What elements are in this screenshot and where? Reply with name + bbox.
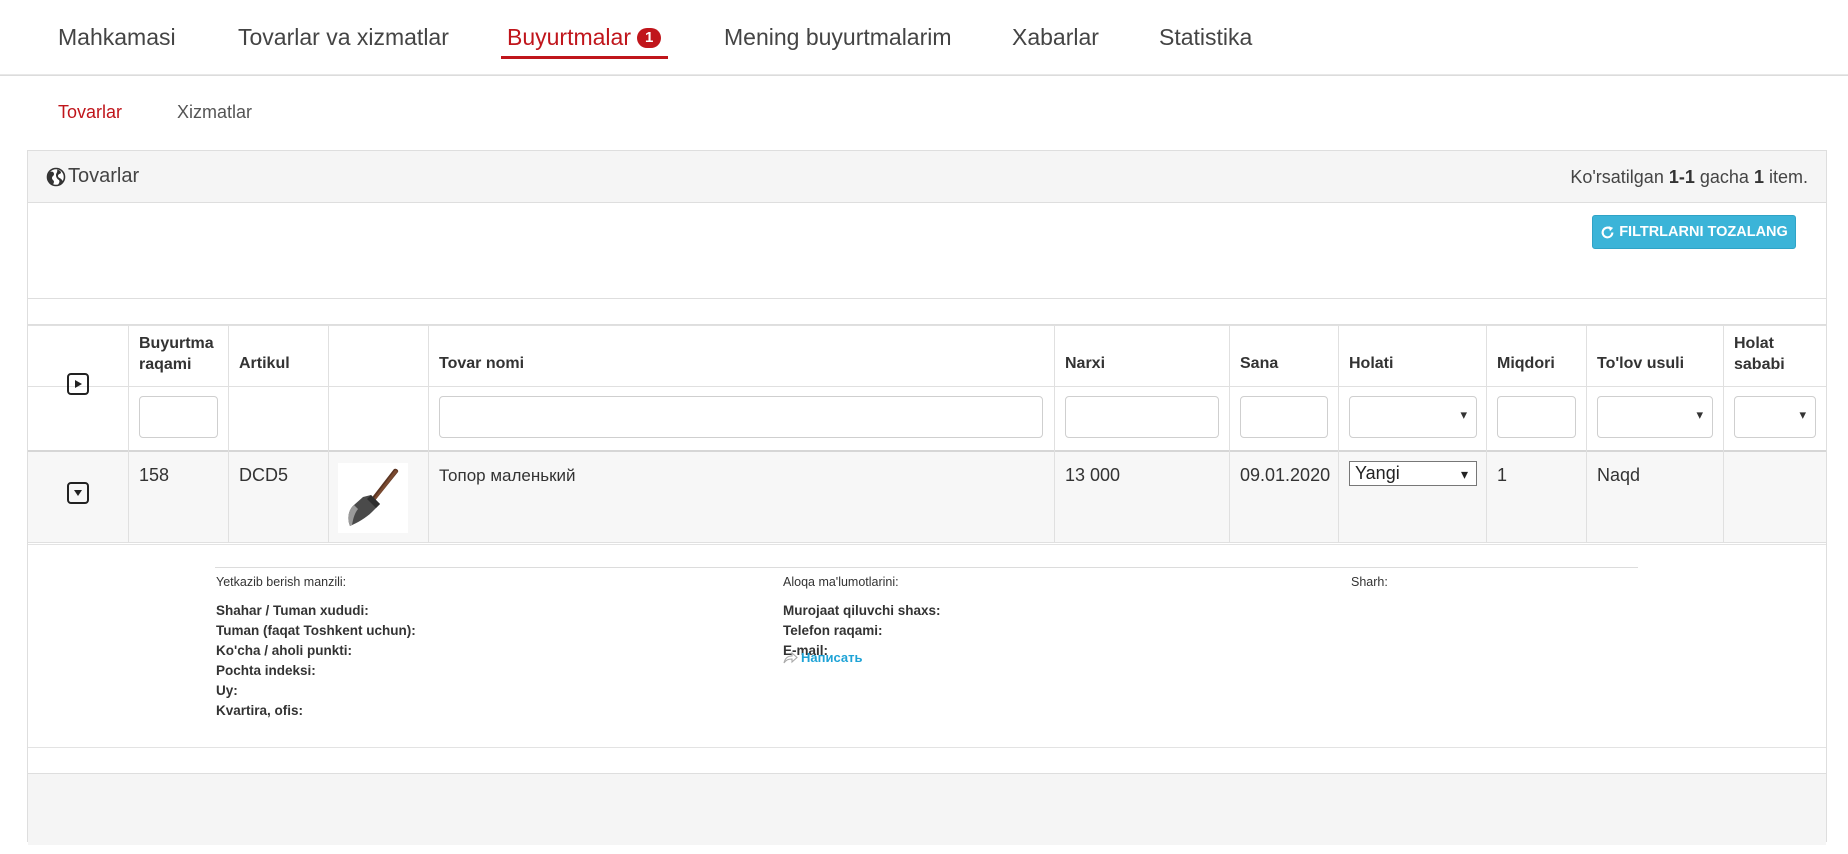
write-message-label: Написать: [801, 650, 863, 665]
column-header-quantity[interactable]: Miqdori: [1497, 353, 1555, 374]
cell-order-number: 158: [139, 465, 170, 485]
panel-footer: [28, 773, 1826, 845]
delivery-field: Kvartira, ofis:: [216, 703, 304, 718]
nav-item-statistika[interactable]: Statistika: [1159, 24, 1252, 51]
separator: [28, 298, 1826, 299]
refresh-icon: [1601, 225, 1614, 238]
filter-order-number[interactable]: [139, 396, 218, 438]
share-arrow-icon: [783, 651, 798, 664]
column-header-status[interactable]: Holati: [1349, 353, 1393, 374]
orders-panel: Tovarlar Ko'rsatilgan 1-1 gacha 1 item. …: [27, 150, 1827, 845]
delivery-field: Uy:: [216, 683, 238, 698]
reset-filters-label: FILTRLARNI TOZALANG: [1619, 224, 1788, 240]
order-details: Yetkazib berish manzili: Aloqa ma'lumotl…: [28, 544, 1826, 804]
comment-heading: Sharh:: [1351, 575, 1388, 589]
contact-field: Murojaat qiluvchi shaxs:: [783, 603, 941, 618]
cell-price: 13 000: [1065, 465, 1121, 485]
row-collapse-toggle[interactable]: [67, 482, 89, 504]
expand-all-toggle[interactable]: [67, 373, 89, 395]
details-divider: [215, 567, 1638, 568]
nav-item-label: Buyurtmalar: [507, 24, 631, 50]
filter-payment-select[interactable]: [1597, 396, 1713, 438]
column-header-article[interactable]: Artikul: [239, 353, 290, 374]
filter-quantity[interactable]: [1497, 396, 1576, 438]
toolbar: [28, 203, 1826, 299]
column-header-order-number[interactable]: Buyurtma raqami: [139, 333, 224, 375]
filter-product-name[interactable]: [439, 396, 1043, 438]
panel-title: Tovarlar: [46, 165, 139, 188]
cell-article: DCD5: [239, 465, 289, 485]
column-header-status-reason[interactable]: Holat sababi: [1734, 333, 1804, 375]
summary-range: 1-1: [1668, 167, 1695, 187]
status-select-value: Yangi: [1355, 463, 1400, 483]
column-header-product-name[interactable]: Tovar nomi: [439, 353, 524, 374]
column-header-payment[interactable]: To'lov usuli: [1597, 353, 1684, 374]
nav-item-mening-buyurtmalarim[interactable]: Mening buyurtmalarim: [724, 24, 952, 51]
filter-date[interactable]: [1240, 396, 1328, 438]
top-navigation: Mahkamasi Tovarlar va xizmatlar Buyurtma…: [0, 0, 1848, 76]
delivery-field: Shahar / Tuman xududi:: [216, 603, 369, 618]
panel-header: Tovarlar Ko'rsatilgan 1-1 gacha 1 item.: [28, 151, 1826, 203]
cell-date: 09.01.2020: [1240, 465, 1331, 485]
summary-suffix: item.: [1768, 167, 1808, 187]
active-tab-underline: [501, 56, 668, 59]
nav-item-tovarlar-va-xizmatlar[interactable]: Tovarlar va xizmatlar: [238, 24, 449, 51]
globe-icon: [46, 167, 66, 186]
delivery-field: Tuman (faqat Toshkent uchun):: [216, 623, 416, 638]
contact-field: Telefon raqami:: [783, 623, 883, 638]
notification-badge: 1: [636, 28, 662, 48]
filter-status-select[interactable]: [1349, 396, 1477, 438]
play-icon: [75, 380, 82, 388]
delivery-heading: Yetkazib berish manzili:: [216, 575, 347, 589]
nav-item-mahkamasi[interactable]: Mahkamasi: [58, 24, 176, 51]
cell-payment: Naqd: [1597, 465, 1641, 485]
items-summary: Ko'rsatilgan 1-1 gacha 1 item.: [1570, 167, 1808, 188]
write-message-link[interactable]: Написать: [783, 650, 862, 665]
cell-quantity: 1: [1497, 465, 1508, 485]
delivery-field: Pochta indeksi:: [216, 663, 316, 678]
delivery-field: Ko'cha / aholi punkti:: [216, 643, 352, 658]
summary-prefix: Ko'rsatilgan: [1570, 167, 1664, 187]
nav-item-xabarlar[interactable]: Xabarlar: [1012, 24, 1099, 51]
table-row: [28, 452, 1826, 543]
filter-price[interactable]: [1065, 396, 1219, 438]
subtab-xizmatlar[interactable]: Xizmatlar: [177, 102, 252, 123]
status-select[interactable]: Yangi: [1349, 461, 1477, 486]
subtab-tovarlar[interactable]: Tovarlar: [58, 102, 122, 123]
cell-product-name: Топор маленький: [439, 466, 576, 485]
column-header-price[interactable]: Narxi: [1065, 353, 1105, 374]
axe-icon[interactable]: [338, 463, 408, 533]
contact-heading: Aloqa ma'lumotlarini:: [783, 575, 899, 589]
summary-total: 1: [1753, 167, 1764, 187]
summary-middle: gacha: [1699, 167, 1749, 187]
column-header-date[interactable]: Sana: [1240, 353, 1278, 374]
reset-filters-button[interactable]: FILTRLARNI TOZALANG: [1592, 215, 1796, 249]
filter-reason-select[interactable]: [1734, 396, 1816, 438]
separator: [28, 747, 1826, 748]
nav-item-buyurtmalar[interactable]: Buyurtmalar 1: [507, 24, 662, 51]
chevron-down-icon: [74, 490, 82, 496]
panel-title-text: Tovarlar: [68, 165, 140, 187]
